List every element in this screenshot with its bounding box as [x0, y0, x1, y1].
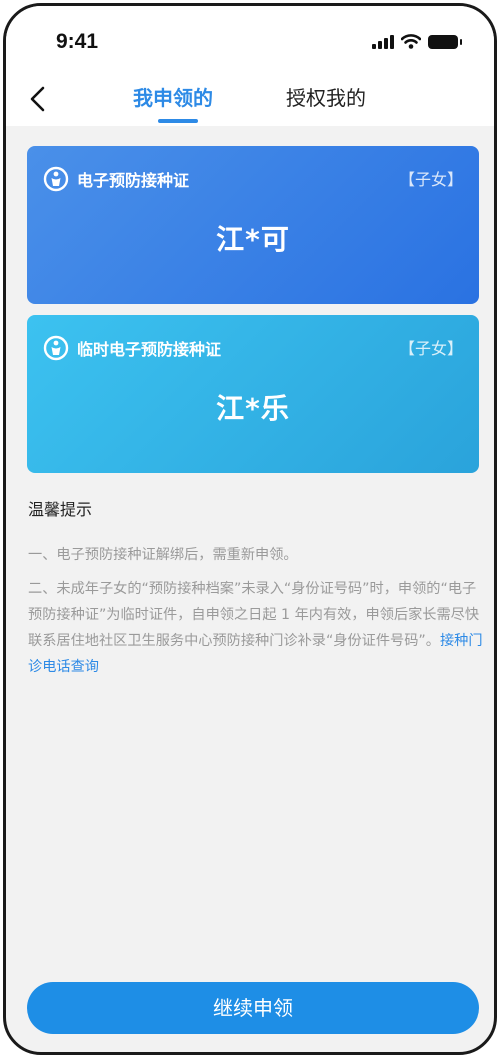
status-time: 9:41 — [56, 30, 99, 53]
wifi-icon — [401, 34, 421, 49]
card-relation-tag: 【子女】 — [398, 339, 463, 358]
card-holder-name: 江*可 — [216, 223, 290, 256]
status-bar: 9:41 — [6, 6, 494, 76]
card-holder-name: 江*乐 — [216, 392, 290, 425]
vaccine-logo-icon — [43, 166, 69, 192]
vaccination-card[interactable]: 电子预防接种证 【子女】 江*可 — [27, 146, 479, 304]
tips-section: 温馨提示 一、电子预防接种证解绑后，需重新申领。 二、未成年子女的“预防接种档案… — [28, 496, 483, 688]
vaccine-logo-icon — [43, 335, 69, 361]
tips-title: 温馨提示 — [28, 500, 93, 519]
card-header: 电子预防接种证 — [43, 166, 189, 192]
phone-frame: 9:41 我申领的 授权我的 电子预防接种证 【子女】 江*可 临时电子预防接种… — [3, 3, 497, 1055]
tab-my-applications[interactable]: 我申领的 — [133, 82, 213, 111]
card-title: 电子预防接种证 — [77, 171, 190, 190]
tip-item-2: 二、未成年子女的“预防接种档案”未录入“身份证号码”时，申领的“电子预防接种证”… — [28, 576, 483, 680]
continue-apply-button[interactable]: 继续申领 — [27, 982, 479, 1034]
tip-item-2-text: 二、未成年子女的“预防接种档案”未录入“身份证号码”时，申领的“电子预防接种证”… — [28, 581, 480, 649]
tab-authorized-to-me[interactable]: 授权我的 — [286, 82, 366, 111]
card-header: 临时电子预防接种证 — [43, 335, 221, 361]
battery-icon — [428, 34, 462, 49]
back-icon[interactable] — [24, 84, 54, 114]
status-icons — [372, 34, 462, 49]
signal-icon — [372, 34, 394, 49]
tab-active-indicator — [158, 119, 198, 123]
nav-bar: 我申领的 授权我的 — [6, 76, 494, 126]
card-relation-tag: 【子女】 — [398, 170, 463, 189]
tip-item-1: 一、电子预防接种证解绑后，需重新申领。 — [28, 547, 298, 563]
temporary-vaccination-card[interactable]: 临时电子预防接种证 【子女】 江*乐 — [27, 315, 479, 473]
card-title: 临时电子预防接种证 — [77, 340, 222, 359]
